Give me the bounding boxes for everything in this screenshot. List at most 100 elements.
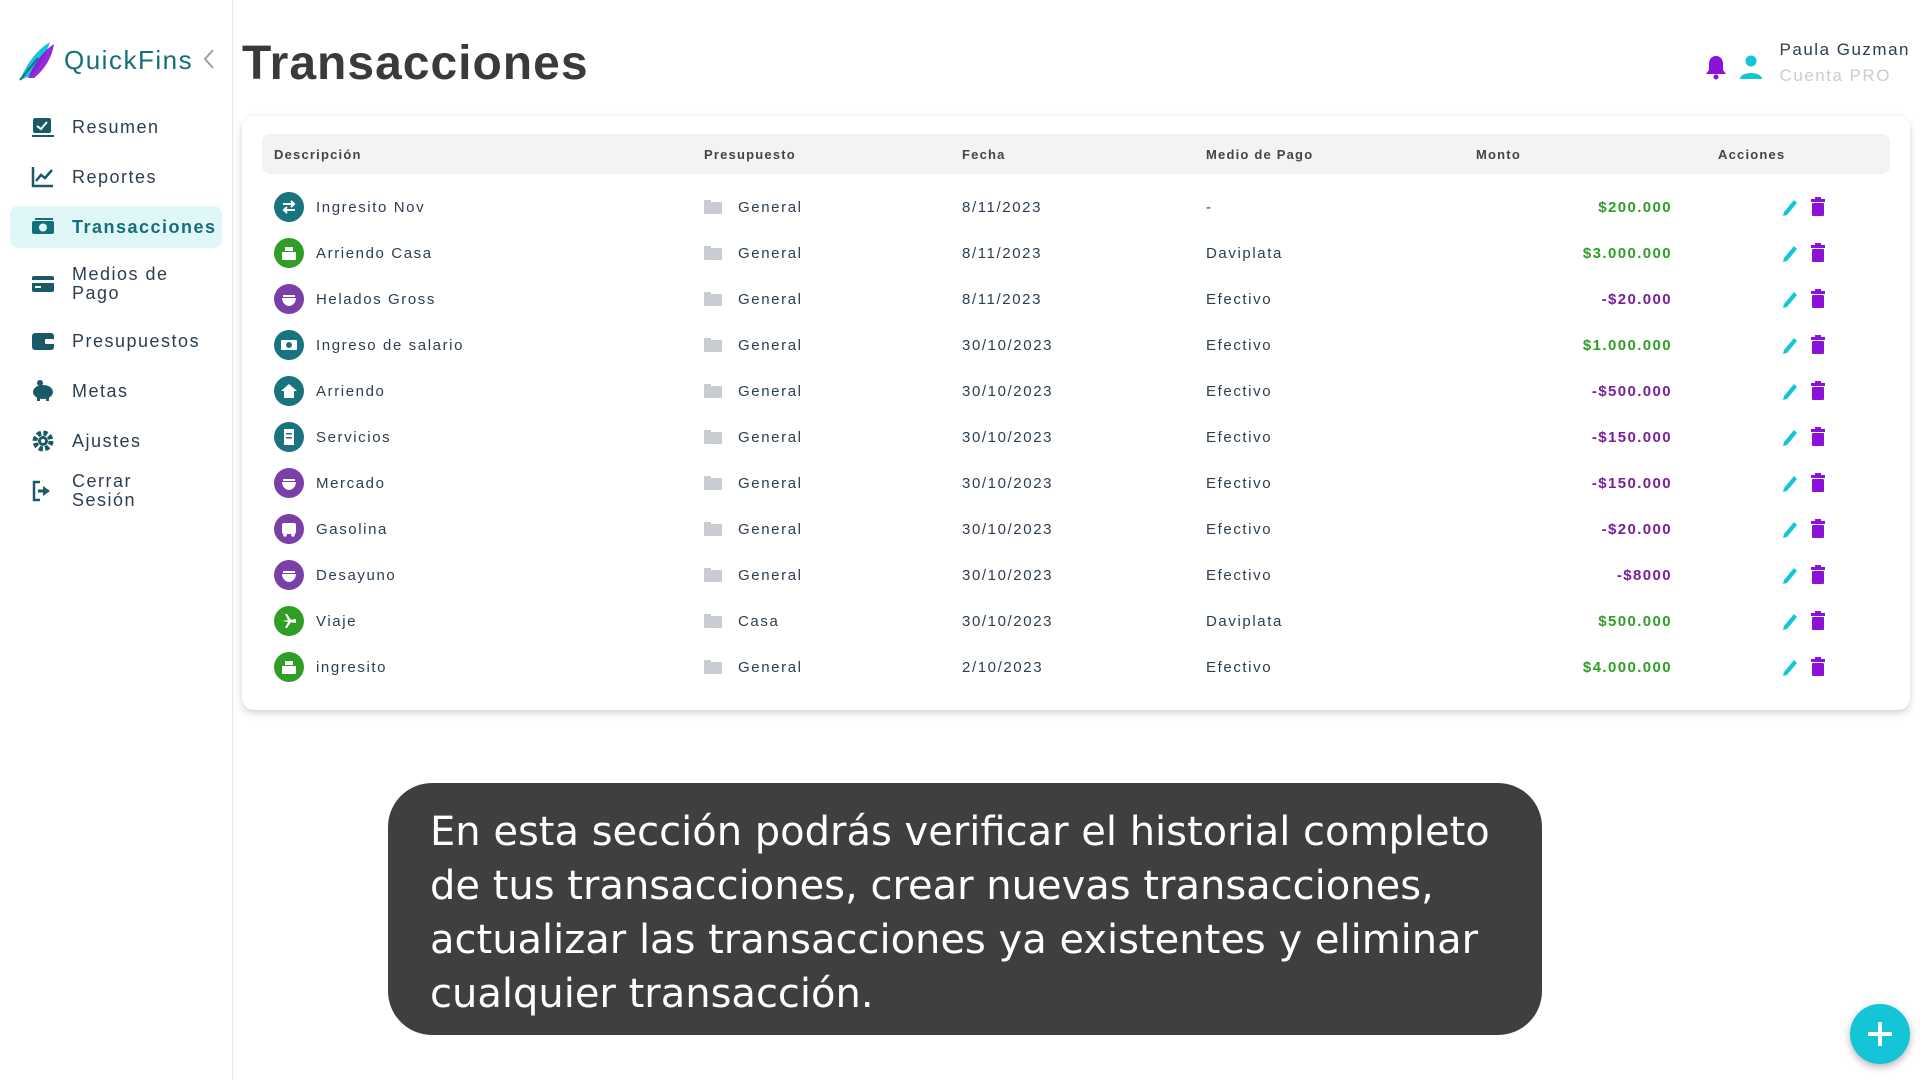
edit-icon[interactable] [1780,656,1800,678]
description-text: Mercado [316,474,386,492]
app-logo[interactable]: QuickFins [16,38,193,82]
column-header-descripcion: Descripción [274,147,362,162]
edit-icon[interactable] [1780,242,1800,264]
sidebar-item-label: Transacciones [72,216,217,237]
cell-description: ingresito [274,644,387,690]
description-text: Ingreso de salario [316,336,465,354]
cell-description: Ingresito Nov [274,184,425,230]
table-row[interactable]: Servicios General 30/10/2023 Efectivo -$150.… [262,414,1890,460]
budget-text: Casa [738,612,780,630]
trash-icon[interactable] [1808,518,1828,540]
sidebar-item-label: Ajustes [72,430,142,451]
collapse-sidebar-icon[interactable] [200,46,218,72]
budget-text: General [738,520,803,538]
description-text: Gasolina [316,520,389,538]
sidebar-item-reportes[interactable]: Reportes [10,156,222,198]
plus-icon [1868,1022,1892,1046]
table-row[interactable]: Viaje Casa 30/10/2023 Daviplata $500.000 [262,598,1890,644]
trash-icon[interactable] [1808,288,1828,310]
cell-date: 30/10/2023 [962,382,1054,400]
description-text: Arriendo [316,382,386,400]
sidebar-nav: Resumen Reportes Transacciones Medios de… [10,106,222,520]
folder-icon [704,200,722,214]
budget-text: General [738,244,803,262]
edit-icon[interactable] [1780,196,1800,218]
trash-icon[interactable] [1808,380,1828,402]
budget-text: General [738,336,803,354]
sidebar-item-medios-de-pago[interactable]: Medios de Pago [10,256,222,312]
trash-icon[interactable] [1808,656,1828,678]
sidebar-item-cerrar-sesion[interactable]: Cerrar Sesión [10,470,222,512]
cell-date: 8/11/2023 [962,198,1043,216]
table-row[interactable]: Helados Gross General 8/11/2023 Efectivo -$2… [262,276,1890,322]
edit-icon[interactable] [1780,334,1800,356]
cell-budget: General [704,322,803,368]
table-header: Descripción Presupuesto Fecha Medio de P… [262,134,1890,174]
trash-icon[interactable] [1808,472,1828,494]
sidebar-item-resumen[interactable]: Resumen [10,106,222,148]
plane-icon [274,606,304,636]
trash-icon[interactable] [1808,564,1828,586]
table-row[interactable]: Arriendo Casa General 8/11/2023 Daviplata $3… [262,230,1890,276]
table-row[interactable]: Arriendo General 30/10/2023 Efectivo -$500.0… [262,368,1890,414]
edit-icon[interactable] [1780,426,1800,448]
user-menu[interactable]: Paula Guzman Cuenta PRO [1704,40,1910,86]
banknote-icon [274,330,304,360]
edit-icon[interactable] [1780,380,1800,402]
cell-payment-method: Efectivo [1206,336,1273,354]
budget-text: General [738,290,803,308]
table-row[interactable]: Gasolina General 30/10/2023 Efectivo -$20.00… [262,506,1890,552]
description-text: Arriendo Casa [316,244,433,262]
cell-budget: General [704,644,803,690]
cell-amount: -$500.000 [1591,382,1672,400]
folder-icon [704,292,722,306]
cell-payment-method: Efectivo [1206,474,1273,492]
cell-description: Arriendo Casa [274,230,433,276]
edit-icon[interactable] [1780,518,1800,540]
budget-text: General [738,566,803,584]
trash-icon[interactable] [1808,196,1828,218]
budget-text: General [738,428,803,446]
cell-payment-method: Efectivo [1206,658,1273,676]
cell-budget: Casa [704,598,779,644]
cell-amount: $4.000.000 [1582,658,1672,676]
cell-date: 30/10/2023 [962,520,1054,538]
cell-amount: -$20.000 [1601,290,1672,308]
trash-icon[interactable] [1808,242,1828,264]
page-title: Transacciones [242,37,589,90]
cell-description: Desayuno [274,552,396,598]
table-row[interactable]: Mercado General 30/10/2023 Efectivo -$150.00… [262,460,1890,506]
add-transaction-button[interactable] [1850,1004,1910,1064]
budget-text: General [738,658,803,676]
edit-icon[interactable] [1780,564,1800,586]
column-header-fecha: Fecha [962,147,1006,162]
folder-icon [704,338,722,352]
edit-icon[interactable] [1780,610,1800,632]
edit-icon[interactable] [1780,472,1800,494]
table-row[interactable]: ingresito General 2/10/2023 Efectivo $4.000.… [262,644,1890,690]
trash-icon[interactable] [1808,334,1828,356]
edit-icon[interactable] [1780,288,1800,310]
cell-date: 30/10/2023 [962,566,1054,584]
cell-payment-method: Efectivo [1206,520,1273,538]
folder-icon [704,614,722,628]
sidebar-item-transacciones[interactable]: Transacciones [10,206,222,248]
cell-amount: -$150.000 [1591,474,1672,492]
sidebar-item-presupuestos[interactable]: Presupuestos [10,320,222,362]
cell-description: Ingreso de salario [274,322,464,368]
cell-budget: General [704,506,803,552]
user-icon[interactable] [1738,54,1764,80]
sidebar-item-metas[interactable]: Metas [10,370,222,412]
bell-icon[interactable] [1704,54,1728,80]
sidebar-item-ajustes[interactable]: Ajustes [10,420,222,462]
cell-payment-method: Efectivo [1206,290,1273,308]
table-row[interactable]: Ingreso de salario General 30/10/2023 Efect… [262,322,1890,368]
table-row[interactable]: Ingresito Nov General 8/11/2023 - $200.000 [262,184,1890,230]
trash-icon[interactable] [1808,610,1828,632]
trash-icon[interactable] [1808,426,1828,448]
food-bowl-icon [274,284,304,314]
folder-icon [704,246,722,260]
table-row[interactable]: Desayuno General 30/10/2023 Efectivo -$8000 [262,552,1890,598]
cell-date: 8/11/2023 [962,290,1043,308]
cell-payment-method: Efectivo [1206,428,1273,446]
